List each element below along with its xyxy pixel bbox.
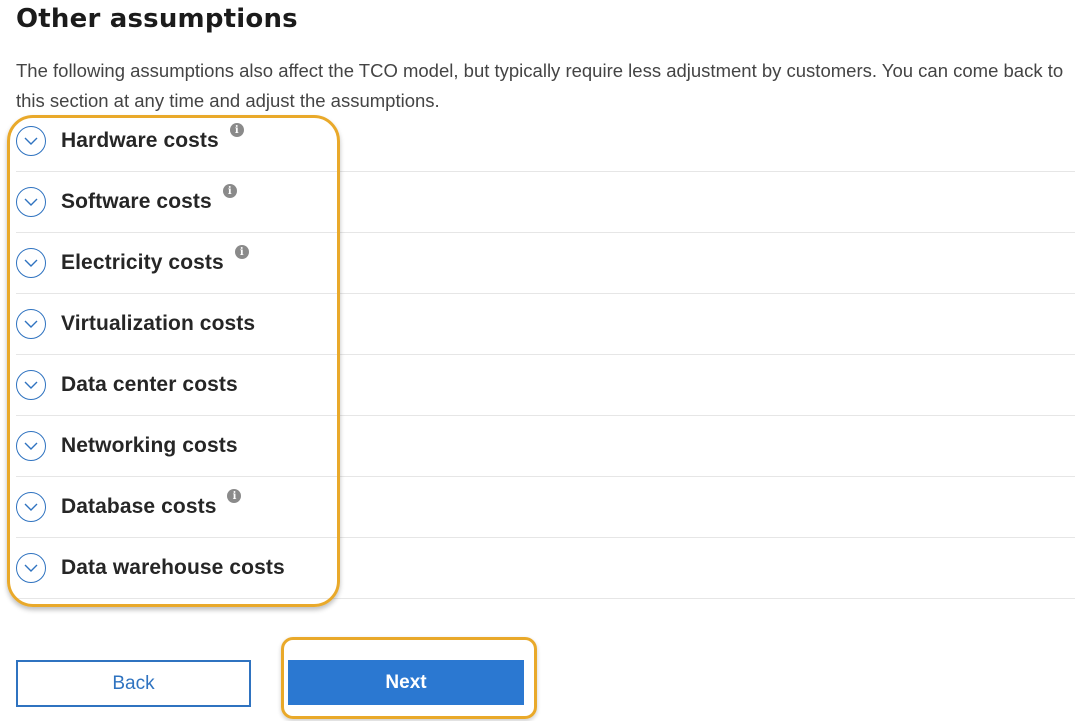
section-description: The following assumptions also affect th… bbox=[16, 60, 1064, 111]
chevron-down-circle-icon[interactable] bbox=[16, 126, 46, 156]
info-icon[interactable]: i bbox=[234, 245, 249, 259]
next-button[interactable]: Next bbox=[288, 660, 524, 705]
accordion-item[interactable]: Software costs i bbox=[16, 172, 1075, 233]
back-button[interactable]: Back bbox=[16, 660, 251, 707]
accordion-item-label: Data center costs bbox=[61, 373, 238, 396]
accordion-item-label: Software costs bbox=[61, 190, 212, 213]
chevron-down-circle-icon[interactable] bbox=[16, 492, 46, 522]
accordion-item[interactable]: Electricity costs i bbox=[16, 233, 1075, 294]
chevron-down-circle-icon[interactable] bbox=[16, 370, 46, 400]
chevron-down-circle-icon[interactable] bbox=[16, 309, 46, 339]
info-icon[interactable]: i bbox=[222, 184, 237, 198]
accordion-item-label: Hardware costs bbox=[61, 129, 219, 152]
accordion-item-label: Virtualization costs bbox=[61, 312, 256, 335]
accordion-item-label: Database costs bbox=[61, 495, 217, 518]
accordion-item[interactable]: Networking costs bbox=[16, 416, 1075, 477]
accordion-item[interactable]: Data center costs bbox=[16, 355, 1075, 416]
chevron-down-circle-icon[interactable] bbox=[16, 553, 46, 583]
accordion-item[interactable]: Hardware costs i bbox=[16, 111, 1075, 172]
accordion-item-label: Networking costs bbox=[61, 434, 238, 457]
accordion-item[interactable]: Database costs i bbox=[16, 477, 1075, 538]
assumptions-accordion: Hardware costs i Software costs i Electricit… bbox=[16, 111, 1075, 599]
chevron-down-circle-icon[interactable] bbox=[16, 187, 46, 217]
chevron-down-circle-icon[interactable] bbox=[16, 248, 46, 278]
accordion-item-label: Electricity costs bbox=[61, 251, 224, 274]
accordion-item[interactable]: Data warehouse costs bbox=[16, 538, 1075, 599]
accordion-item-label: Data warehouse costs bbox=[61, 556, 285, 579]
accordion-item[interactable]: Virtualization costs bbox=[16, 294, 1075, 355]
page-title: Other assumptions bbox=[16, 4, 298, 34]
info-icon[interactable]: i bbox=[229, 123, 244, 137]
info-icon[interactable]: i bbox=[227, 489, 242, 503]
chevron-down-circle-icon[interactable] bbox=[16, 431, 46, 461]
